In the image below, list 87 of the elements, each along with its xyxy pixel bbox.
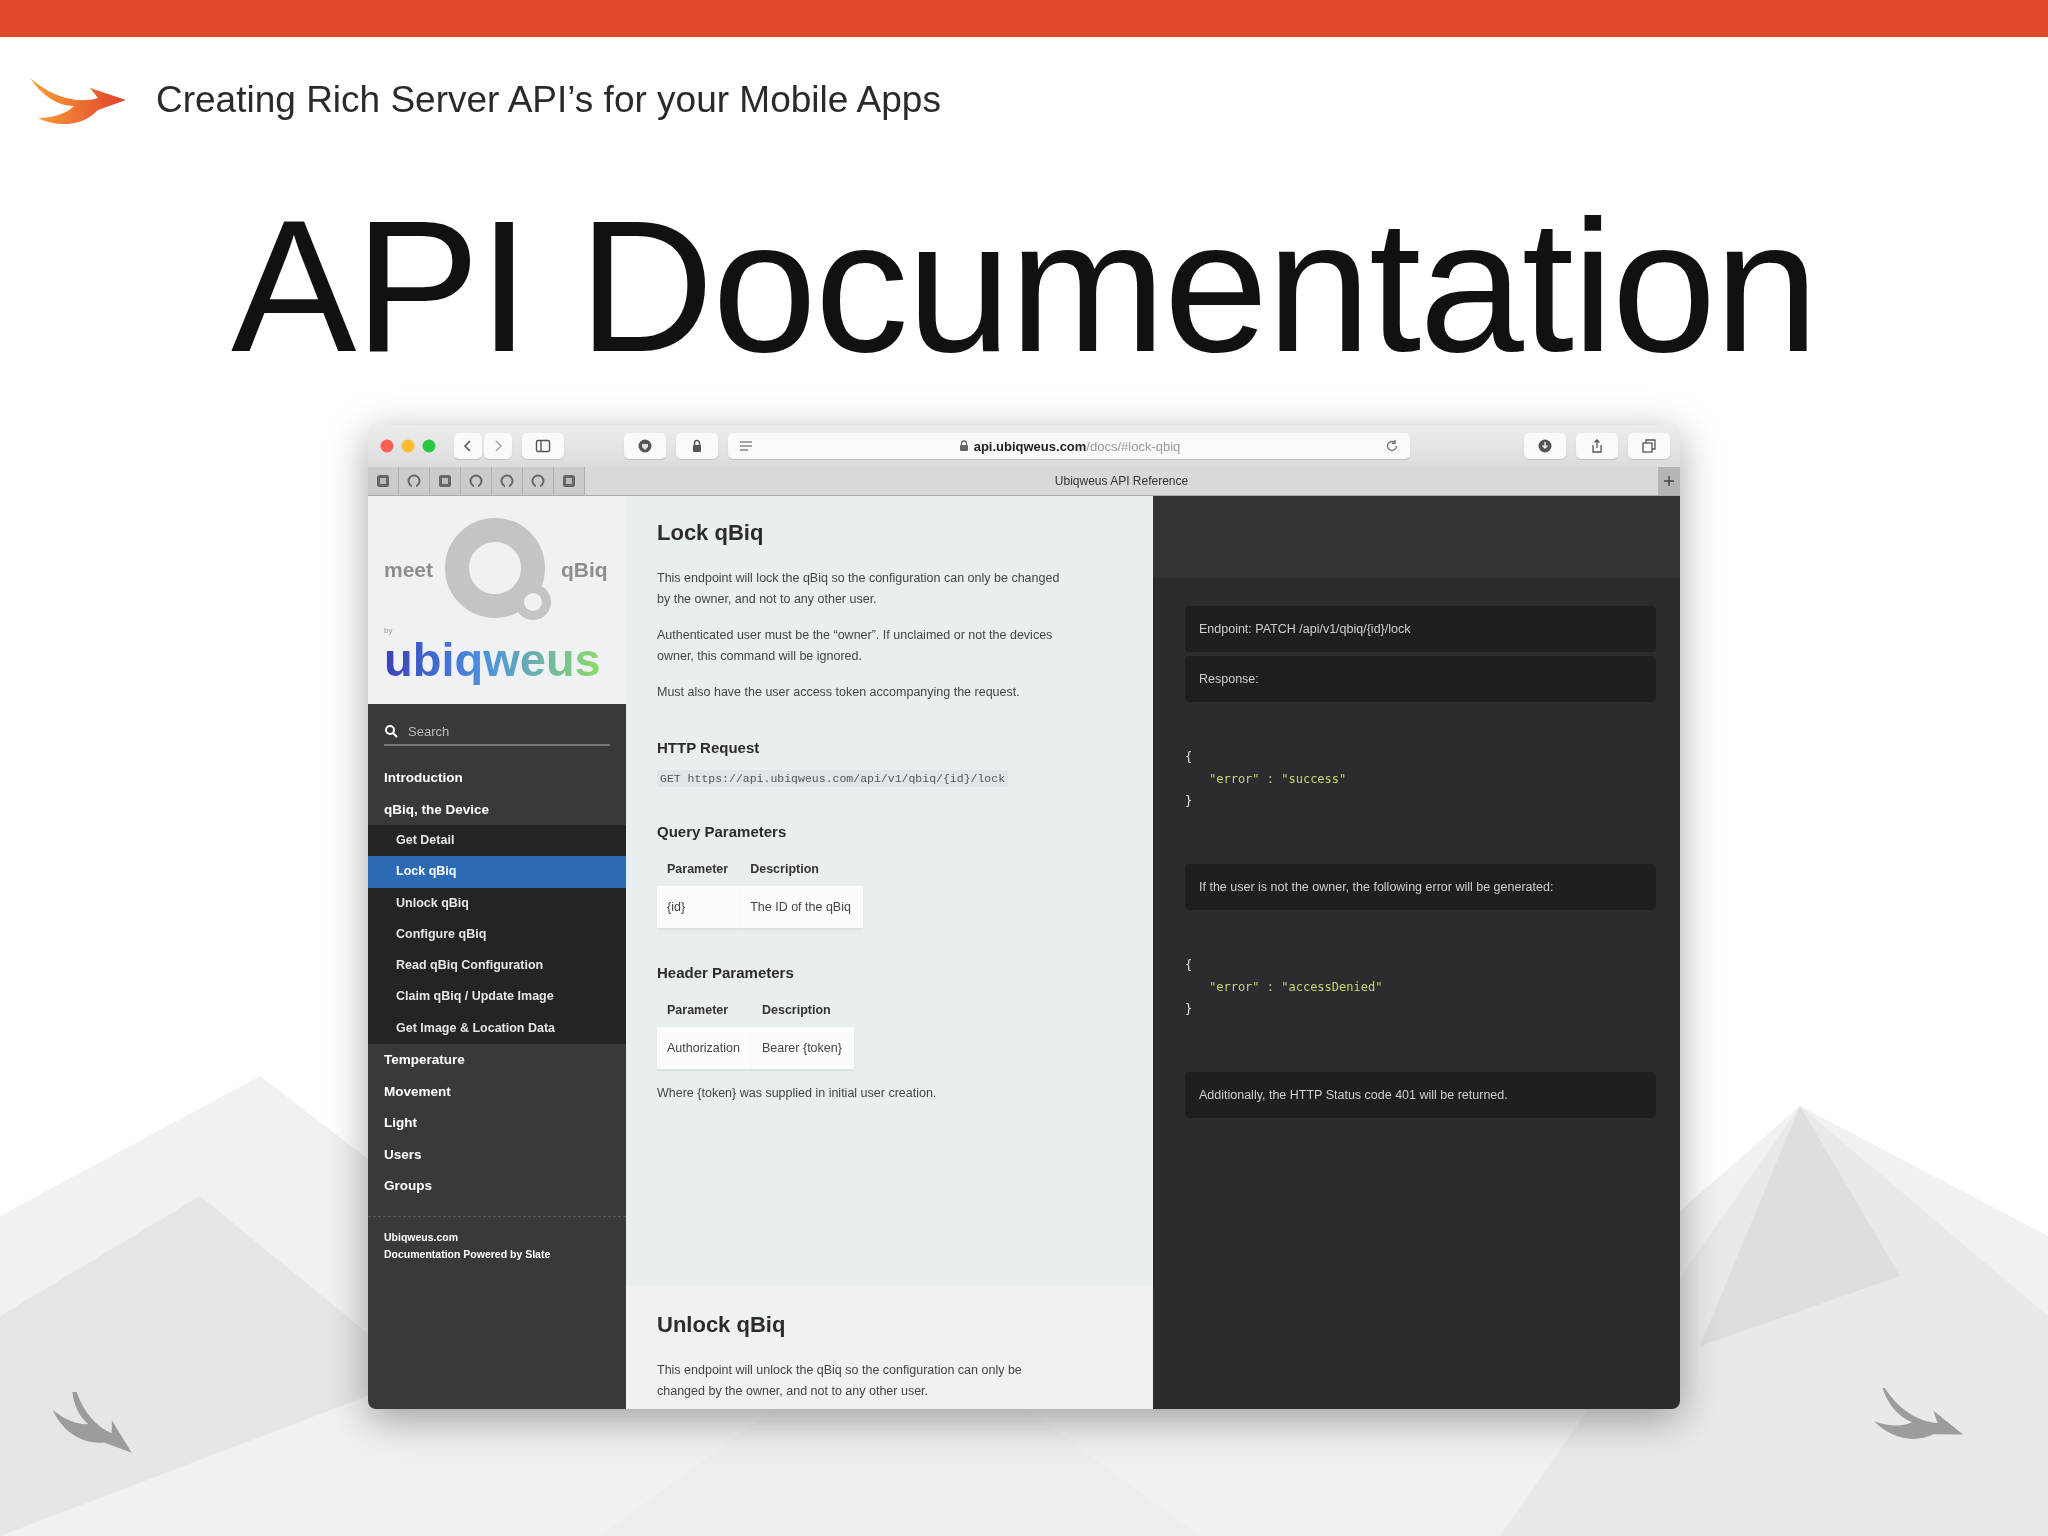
search-icon: [384, 724, 398, 738]
pinned-tab[interactable]: [492, 467, 523, 495]
table-header: Parameter: [657, 993, 752, 1027]
nav-link[interactable]: Unlock qBiq: [368, 887, 626, 919]
footer-text: Documentation Powered by Slate: [384, 1247, 552, 1260]
favicon-icon: [376, 474, 390, 488]
subsection-heading: HTTP Request: [657, 739, 761, 756]
ring-icon: [500, 474, 514, 488]
pinned-tab[interactable]: [523, 467, 554, 495]
code-line: {: [1185, 749, 1193, 766]
logo-text: meet: [384, 558, 434, 582]
pinned-tab[interactable]: [461, 467, 492, 495]
table-cell: Authorization: [657, 1027, 752, 1069]
logo-text: by: [384, 626, 394, 635]
downloads-button[interactable]: [1524, 433, 1566, 459]
nav-link[interactable]: Lock qBiq: [368, 856, 626, 888]
table-cell: Bearer {token}: [751, 1027, 854, 1069]
paragraph: Authenticated user must be the “owner”. If unclaimed or not the devices owner, this command will be ignored.: [657, 627, 1054, 665]
nav-link[interactable]: Light: [368, 1107, 626, 1139]
note-box: Additionally, the HTTP Status code 401 will be returned.: [1185, 1072, 1656, 1118]
share-icon: [1589, 438, 1605, 454]
nav-link[interactable]: Introduction: [368, 762, 626, 794]
reload-icon[interactable]: [1384, 438, 1400, 454]
code-line: "error" : "accessDenied": [1208, 979, 1383, 996]
subsection-heading: Header Parameters: [657, 964, 795, 981]
share-button[interactable]: [1576, 433, 1618, 459]
favicon-icon: [438, 474, 452, 488]
nav-link[interactable]: Groups: [368, 1170, 626, 1202]
nav-link[interactable]: Get Image & Location Data: [368, 1012, 626, 1045]
nav-link[interactable]: Get Detail: [368, 825, 626, 857]
section-heading: Unlock qBiq: [657, 1312, 787, 1338]
pinned-tab[interactable]: [554, 467, 585, 495]
subsection-heading: Query Parameters: [657, 823, 788, 840]
pinned-tab[interactable]: [399, 467, 430, 495]
slide-subtitle: Creating Rich Server API’s for your Mobile Apps: [156, 79, 941, 121]
pinned-tab[interactable]: [430, 467, 461, 495]
logo-text: qBiq: [561, 558, 608, 582]
ring-icon: [407, 474, 421, 488]
nav-link[interactable]: qBiq, the Device: [368, 793, 626, 825]
sidebar-icon: [535, 438, 551, 454]
close-button[interactable]: [380, 439, 394, 453]
nav-link[interactable]: Temperature: [368, 1044, 626, 1076]
code-line: {: [1185, 957, 1193, 974]
shield-icon: [637, 438, 653, 454]
code-snippet: GET https://api.ubiqweus.com/api/v1/qbiq/{id}/lock: [657, 770, 1009, 787]
new-tab-button[interactable]: [1658, 467, 1680, 495]
password-button[interactable]: [676, 433, 718, 459]
pinned-tab[interactable]: [368, 467, 399, 495]
table-header: Description: [740, 852, 863, 886]
favicon-icon: [562, 474, 576, 488]
section-heading: Lock qBiq: [657, 520, 765, 546]
table-cell: {id}: [657, 886, 741, 928]
table-header: Description: [751, 993, 854, 1027]
paragraph: Where {token} was supplied in initial user creation.: [657, 1085, 938, 1102]
note-box: Endpoint: PATCH /api/v1/qbiq/{id}/lock: [1185, 606, 1656, 652]
nav-link[interactable]: Claim qBiq / Update Image: [368, 981, 626, 1013]
paragraph: This endpoint will lock the qBiq so the configuration can only be changed by the owner, and not to any other user.: [657, 570, 1061, 608]
browser-tab[interactable]: Ubiqweus API Reference: [585, 467, 1658, 495]
slide-title: API Documentation: [230, 191, 1818, 381]
address-bar[interactable]: api.ubiqweus.com/docs/#lock-qbiq: [728, 433, 1410, 459]
table-header: Parameter: [657, 852, 741, 886]
tabs-button[interactable]: [1628, 433, 1670, 459]
sidebar-button[interactable]: [522, 433, 564, 459]
note-box: If the user is not the owner, the following error will be generated:: [1185, 864, 1656, 910]
code-line: }: [1185, 793, 1193, 810]
lock-icon: [957, 439, 970, 453]
code-line: }: [1185, 1001, 1193, 1018]
footer-link[interactable]: Ubiqweus.com: [384, 1230, 610, 1243]
tabs-icon: [1641, 438, 1657, 454]
paragraph: Must also have the user access token accompanying the request.: [657, 684, 1021, 701]
zoom-button[interactable]: [422, 439, 436, 453]
note-box: Response:: [1185, 656, 1656, 702]
paragraph: This endpoint will unlock the qBiq so the configuration can only be changed by the owner, and not to any other user.: [657, 1362, 1023, 1400]
code-line: "error" : "success": [1208, 771, 1347, 788]
plus-icon: [1662, 474, 1676, 488]
nav-link[interactable]: Users: [368, 1138, 626, 1171]
ring-icon: [531, 474, 545, 488]
download-icon: [1537, 438, 1553, 454]
privacy-button[interactable]: [624, 433, 666, 459]
reader-icon: [738, 438, 754, 454]
search-field[interactable]: Search: [408, 723, 588, 739]
nav-link[interactable]: Read qBiq Configuration: [368, 950, 626, 982]
nav-link[interactable]: Configure qBiq: [368, 918, 626, 951]
nav-link[interactable]: Movement: [368, 1075, 626, 1108]
table-cell: The ID of the qBiq: [740, 886, 863, 928]
back-button[interactable]: [454, 433, 482, 459]
ring-icon: [469, 474, 483, 488]
